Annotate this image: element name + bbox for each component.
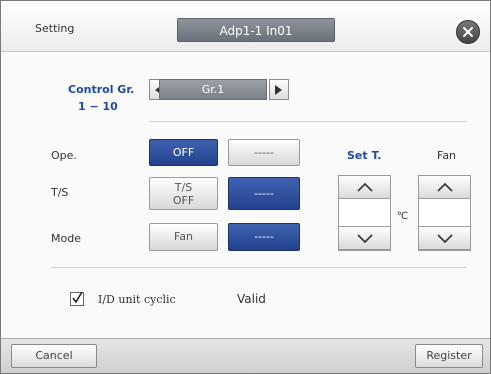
ope-off-button[interactable]: OFF: [149, 139, 218, 166]
chevron-up-icon: [436, 182, 453, 192]
cancel-button[interactable]: Cancel: [11, 344, 97, 368]
unit-name-display: Adp1-1 In01: [177, 18, 335, 42]
fan-down-button[interactable]: [418, 226, 471, 250]
ts-other-button[interactable]: -----: [228, 177, 300, 210]
divider-top: [149, 121, 467, 122]
close-button[interactable]: [456, 20, 480, 44]
mode-fan-button[interactable]: Fan: [149, 223, 218, 251]
ope-label: Ope.: [51, 149, 77, 162]
triangle-right-icon: [275, 84, 282, 95]
set-temp-spinner: [338, 175, 391, 251]
mode-label: Mode: [51, 232, 81, 245]
cyclic-status: Valid: [237, 292, 266, 306]
ope-other-button[interactable]: -----: [228, 139, 300, 166]
chevron-down-icon: [356, 233, 373, 243]
close-icon: [463, 27, 473, 37]
checkmark-icon: [72, 291, 83, 304]
cyclic-checkbox[interactable]: [70, 291, 84, 306]
settings-dialog: Setting Adp1-1 In01 Control Gr. 1 − 10 G…: [0, 0, 491, 374]
ts-label: T/S: [51, 186, 69, 199]
control-group-range: 1 − 10: [78, 100, 118, 113]
chevron-up-icon: [356, 182, 373, 192]
cyclic-label: I/D unit cyclic: [98, 293, 176, 306]
dialog-header: Setting Adp1-1 In01: [1, 1, 490, 52]
mode-other-button[interactable]: -----: [228, 223, 300, 251]
fan-spinner: [418, 175, 471, 251]
register-button[interactable]: Register: [415, 344, 483, 368]
ts-off-line2: OFF: [172, 194, 195, 207]
divider-bottom: [51, 267, 467, 268]
group-next-button[interactable]: [269, 79, 289, 100]
ts-off-button[interactable]: T/S OFF: [149, 177, 218, 210]
group-value: Gr.1: [159, 79, 267, 100]
set-temp-label: Set T.: [347, 149, 382, 162]
set-temp-down-button[interactable]: [338, 226, 391, 250]
set-temp-value: [339, 199, 390, 227]
ts-off-line1: T/S: [174, 181, 193, 194]
fan-up-button[interactable]: [418, 175, 471, 199]
dialog-title: Setting: [35, 22, 75, 35]
fan-value: [419, 199, 470, 227]
set-temp-up-button[interactable]: [338, 175, 391, 199]
control-group-label: Control Gr.: [68, 83, 135, 96]
chevron-down-icon: [436, 233, 453, 243]
celsius-unit: ℃: [397, 211, 409, 222]
fan-label: Fan: [437, 149, 457, 162]
